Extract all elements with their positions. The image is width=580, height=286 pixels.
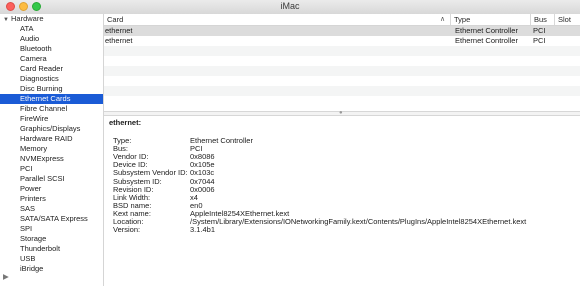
property-label: Version: <box>113 225 141 235</box>
table-header: Card ∧ Type Bus Slot <box>104 14 580 26</box>
sidebar-item-sata-sata-express[interactable]: SATA/SATA Express <box>0 214 103 224</box>
column-header-slot[interactable]: Slot <box>554 14 580 25</box>
sidebar-item-spi[interactable]: SPI <box>0 224 103 234</box>
sidebar-item-card-reader[interactable]: Card Reader <box>0 64 103 74</box>
sidebar-list: ATA Audio Bluetooth Camera Card Reader Diagno… <box>0 24 103 274</box>
device-table: Card ∧ Type Bus Slot ethernet Ethernet C… <box>104 14 580 111</box>
cell-card: ethernet <box>105 26 133 35</box>
property-value: 3.1.4b1 <box>190 225 216 235</box>
cell-card: ethernet <box>105 36 133 45</box>
empty-row <box>104 66 580 76</box>
sidebar-item-bluetooth[interactable]: Bluetooth <box>0 44 103 54</box>
sidebar-item-audio[interactable]: Audio <box>0 34 103 44</box>
sidebar-item-parallel-scsi[interactable]: Parallel SCSI <box>0 174 103 184</box>
disclosure-triangle-icon[interactable]: ▼ <box>3 15 11 25</box>
sidebar-item-power[interactable]: Power <box>0 184 103 194</box>
sidebar-item-ethernet-cards[interactable]: Ethernet Cards <box>0 94 103 104</box>
sidebar-item-hardware-raid[interactable]: Hardware RAID <box>0 134 103 144</box>
sidebar-item-firewire[interactable]: FireWire <box>0 114 103 124</box>
sidebar-group-label: Hardware <box>11 14 44 23</box>
sidebar-item-diagnostics[interactable]: Diagnostics <box>0 74 103 84</box>
window-title: iMac <box>280 1 300 11</box>
detail-title: ethernet: <box>109 118 142 127</box>
sidebar-item-sas[interactable]: SAS <box>0 204 103 214</box>
sidebar-next-group: ▶ <box>3 274 9 280</box>
column-header-type[interactable]: Type <box>450 14 530 25</box>
table-row[interactable]: ethernet Ethernet Controller PCI <box>104 26 580 36</box>
sidebar-item-storage[interactable]: Storage <box>0 234 103 244</box>
sidebar-item-graphics-displays[interactable]: Graphics/Displays <box>0 124 103 134</box>
empty-row <box>104 96 580 106</box>
sidebar-item-thunderbolt[interactable]: Thunderbolt <box>0 244 103 254</box>
column-header-card[interactable]: Card <box>107 14 447 25</box>
cell-type: Ethernet Controller <box>455 26 518 35</box>
sidebar-item-fibre-channel[interactable]: Fibre Channel <box>0 104 103 114</box>
sidebar-item-nvmexpress[interactable]: NVMExpress <box>0 154 103 164</box>
empty-row <box>104 76 580 86</box>
sidebar-item-memory[interactable]: Memory <box>0 144 103 154</box>
window-titlebar: iMac <box>0 0 580 15</box>
sort-ascending-icon[interactable]: ∧ <box>440 14 445 25</box>
cell-type: Ethernet Controller <box>455 36 518 45</box>
empty-row <box>104 46 580 56</box>
cell-bus: PCI <box>533 26 546 35</box>
sidebar-item-usb[interactable]: USB <box>0 254 103 264</box>
detail-pane: ethernet: Type: Ethernet Controller Bus: PC… <box>104 116 580 286</box>
sidebar-item-pci[interactable]: PCI <box>0 164 103 174</box>
sidebar-item-ibridge[interactable]: iBridge <box>0 264 103 274</box>
empty-row <box>104 86 580 96</box>
sidebar-group-hardware[interactable]: ▼ Hardware <box>0 14 103 24</box>
sidebar-item-ata[interactable]: ATA <box>0 24 103 34</box>
sidebar-item-printers[interactable]: Printers <box>0 194 103 204</box>
column-header-bus[interactable]: Bus <box>530 14 554 25</box>
table-row[interactable]: ethernet Ethernet Controller PCI <box>104 36 580 46</box>
sidebar-item-disc-burning[interactable]: Disc Burning <box>0 84 103 94</box>
sidebar-item-camera[interactable]: Camera <box>0 54 103 64</box>
sidebar: ▼ Hardware ATA Audio Bluetooth Camera Card Re… <box>0 14 104 286</box>
cell-bus: PCI <box>533 36 546 45</box>
property-value: /System/Library/Extensions/IONetworkingF… <box>190 217 527 226</box>
empty-row <box>104 56 580 66</box>
